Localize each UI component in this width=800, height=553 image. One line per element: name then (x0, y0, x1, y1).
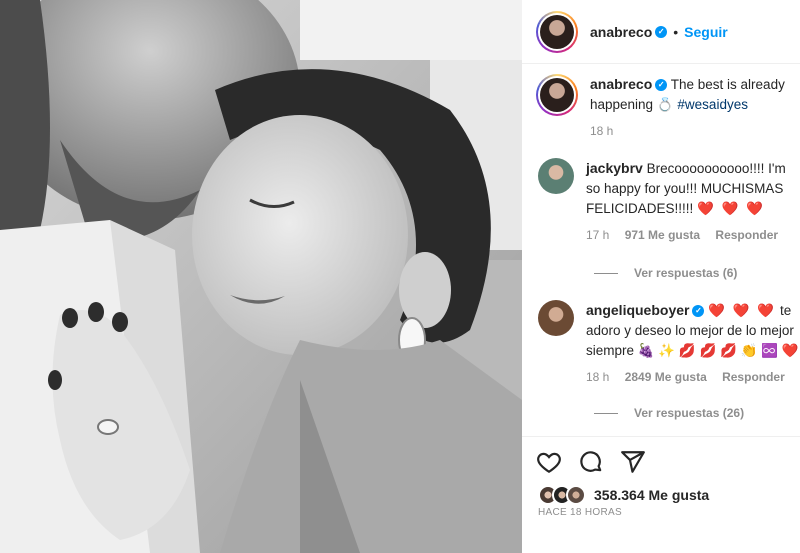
comment-time[interactable]: 18 h (586, 370, 609, 384)
reply-button[interactable]: Responder (715, 228, 778, 242)
header-separator: • (673, 23, 679, 40)
comment-meta: 17 h 971 Me gusta Responder (586, 225, 800, 245)
comment-body: jackybrv Brecoooooooooo!!!! I'm so happy… (586, 158, 800, 245)
view-replies-label: Ver respuestas (26) (634, 406, 745, 420)
reply-button[interactable]: Responder (722, 370, 785, 384)
emoji-string: 🍇 ✨ 💋 💋 💋 👏 ♾️ ❤️ (637, 343, 799, 358)
post-photo[interactable] (0, 0, 522, 553)
replies-divider (594, 412, 618, 414)
comment-time[interactable]: 17 h (586, 228, 609, 242)
view-replies-label: Ver respuestas (6) (634, 266, 738, 280)
caption-meta: 18 h (590, 121, 800, 141)
author-info: anabreco ✓ • Seguir (590, 24, 728, 40)
post-side-panel: anabreco ✓ • Seguir anabreco ✓ The best i… (522, 0, 800, 553)
comment-likes[interactable]: 971 Me gusta (625, 228, 700, 242)
follow-button[interactable]: Seguir (684, 24, 728, 40)
post-timestamp: HACE 18 HORAS (538, 507, 622, 518)
comment-item: jackybrv Brecoooooooooo!!!! I'm so happy… (522, 158, 800, 245)
caption-avatar[interactable] (536, 74, 578, 116)
verified-icon: ✓ (655, 79, 668, 92)
comment-body: angeliqueboyer ✓ ❤️ ❤️ ❤️ te adoro y dese… (586, 300, 800, 387)
caption-time[interactable]: 18 h (590, 124, 613, 138)
comment-item: angeliqueboyer ✓ ❤️ ❤️ ❤️ te adoro y dese… (522, 300, 800, 387)
caption-body: anabreco ✓ The best is already happening … (590, 74, 800, 141)
comment-username[interactable]: angeliqueboyer (586, 302, 689, 318)
replies-divider (594, 272, 618, 274)
heart-icon[interactable] (536, 449, 562, 475)
share-icon[interactable] (620, 449, 646, 475)
comment-username[interactable]: jackybrv (586, 160, 643, 176)
hearts-emoji: ❤️ ❤️ ❤️ (697, 201, 765, 216)
view-replies-button[interactable]: Ver respuestas (6) (594, 266, 737, 280)
ring-emoji: 💍 (656, 97, 674, 112)
post-actions: 358.364 Me gusta HACE 18 HORAS (522, 436, 800, 553)
verified-icon: ✓ (692, 305, 705, 318)
author-username[interactable]: anabreco (590, 24, 652, 40)
comment-icon[interactable] (578, 449, 604, 475)
verified-icon: ✓ (655, 25, 668, 38)
comment-meta: 18 h 2849 Me gusta Responder (586, 367, 800, 387)
post-caption: anabreco ✓ The best is already happening … (522, 74, 800, 141)
author-avatar[interactable] (536, 10, 578, 53)
caption-hashtag[interactable]: #wesaidyes (677, 97, 748, 112)
likes-row[interactable]: 358.364 Me gusta (538, 485, 709, 505)
hearts-emoji: ❤️ ❤️ ❤️ (708, 303, 777, 318)
comment-avatar[interactable] (538, 300, 574, 336)
comment-avatar[interactable] (538, 158, 574, 194)
caption-username[interactable]: anabreco (590, 76, 652, 92)
engagement-photo (0, 0, 522, 553)
post-header: anabreco ✓ • Seguir (522, 0, 800, 64)
comment-likes[interactable]: 2849 Me gusta (625, 370, 707, 384)
liker-avatars (538, 485, 586, 505)
view-replies-button[interactable]: Ver respuestas (26) (594, 406, 744, 420)
likes-count[interactable]: 358.364 Me gusta (594, 487, 709, 503)
